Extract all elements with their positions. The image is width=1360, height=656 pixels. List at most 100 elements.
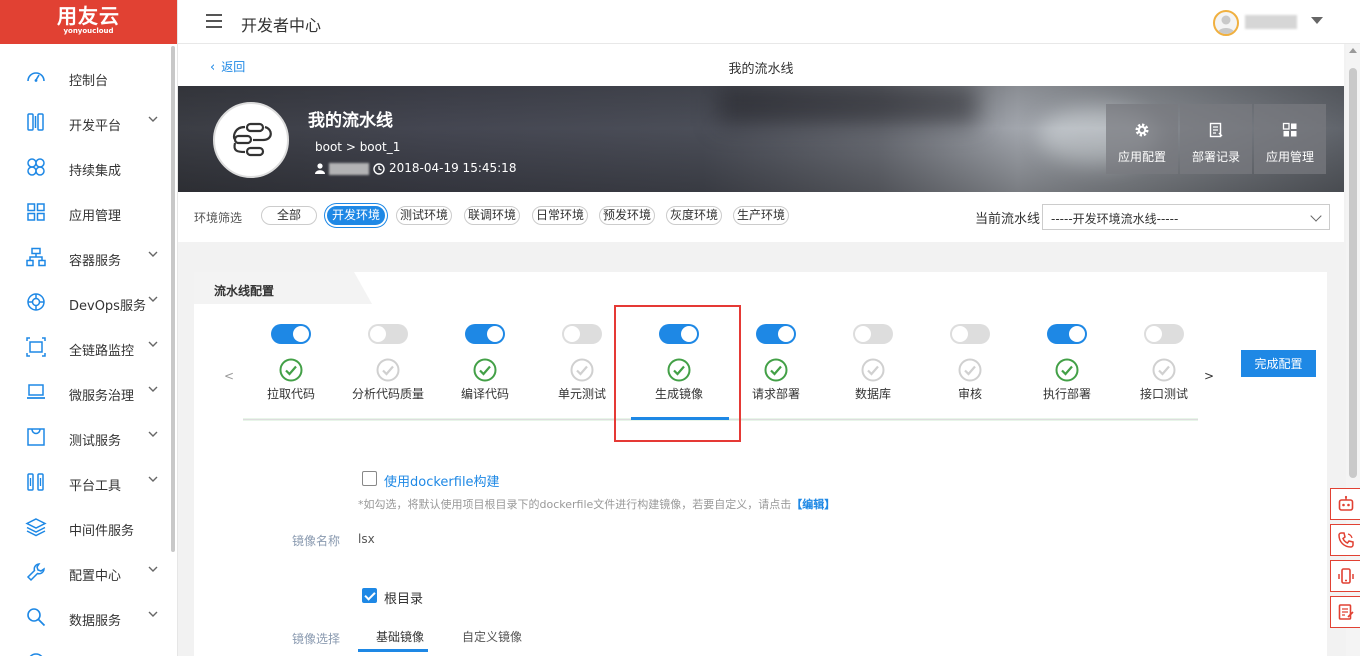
step-label: 拉取代码: [266, 387, 315, 401]
pipeline-banner: 我的流水线 boot > boot_1 2018-04-19 15:45:18 …: [178, 86, 1344, 192]
tab-base-image[interactable]: 基础镜像: [376, 628, 424, 645]
sidebar-item[interactable]: 应用管理: [0, 191, 170, 236]
pipeline-step[interactable]: 编译代码: [440, 324, 530, 402]
phone-contact-button[interactable]: [1330, 524, 1360, 556]
check-circle-disabled-icon: [1152, 358, 1176, 382]
feedback-button[interactable]: [1330, 596, 1360, 628]
sidebar-item[interactable]: 配置中心: [0, 551, 170, 596]
app-manage-button[interactable]: 应用管理: [1254, 104, 1326, 174]
sidebar-item[interactable]: 数据服务: [0, 596, 170, 641]
check-circle-disabled-icon: [570, 358, 594, 382]
pipeline-step[interactable]: 审核: [925, 324, 1015, 402]
mobile-button[interactable]: [1330, 560, 1360, 592]
user-name-blurred[interactable]: [1245, 15, 1297, 29]
env-pill-pre[interactable]: 预发环境: [599, 206, 655, 225]
bag-icon: [25, 426, 47, 448]
scroll-up-icon[interactable]: [1349, 48, 1357, 53]
root-dir-label[interactable]: 根目录: [384, 588, 423, 607]
sidebar-item[interactable]: 持续集成: [0, 146, 170, 191]
check-circle-disabled-icon: [958, 358, 982, 382]
dev-platform-icon: [25, 111, 47, 133]
scrollbar-thumb[interactable]: [1349, 68, 1357, 478]
brand-name: 用友云: [57, 4, 120, 28]
sidebar-item-label: 平台工具: [69, 479, 122, 494]
menu-toggle-icon[interactable]: [206, 14, 222, 28]
phone-icon: [1338, 532, 1354, 548]
current-pipeline-select[interactable]: -----开发环境流水线-----: [1042, 204, 1330, 230]
sidebar-item-label: DevOps服务: [69, 299, 146, 314]
env-pill-gray[interactable]: 灰度环境: [666, 206, 722, 225]
sidebar-item[interactable]: 微服务治理: [0, 371, 170, 416]
sidebar-item[interactable]: 开发平台: [0, 101, 170, 146]
deploy-record-button[interactable]: 部署记录: [1180, 104, 1252, 174]
sidebar-item[interactable]: 控制台: [0, 56, 170, 101]
root-dir-checkbox[interactable]: [362, 588, 377, 603]
sidebar-item-label: 测试服务: [69, 434, 122, 449]
pipeline-step[interactable]: 分析代码质量: [343, 324, 433, 402]
step-toggle[interactable]: [950, 324, 990, 344]
subheader: ‹ 返回 我的流水线: [178, 44, 1344, 86]
step-toggle[interactable]: [1047, 324, 1087, 344]
pipeline-step[interactable]: 请求部署: [731, 324, 821, 402]
sidebar-item-label: 应用管理: [69, 209, 122, 224]
step-toggle[interactable]: [756, 324, 796, 344]
finish-config-button[interactable]: 完成配置: [1241, 350, 1316, 377]
wrench-icon: [25, 561, 47, 583]
app-config-button[interactable]: 应用配置: [1106, 104, 1178, 174]
chevron-down-icon: [147, 383, 159, 395]
chevron-down-icon: [147, 608, 159, 620]
step-toggle[interactable]: [1144, 324, 1184, 344]
image-name-value[interactable]: lsx: [358, 532, 375, 546]
apps-icon: [1282, 122, 1297, 137]
env-pill-all[interactable]: 全部: [261, 206, 317, 225]
sidebar-item-label: 数据服务: [69, 614, 122, 629]
dockerfile-label[interactable]: 使用dockerfile构建: [384, 471, 500, 490]
check-circle-icon: [1055, 358, 1079, 382]
sidebar-menu: 控制台 开发平台 持续集成应用管理容器服务 DevOps服务全链路监控 微服务治理测试服…: [0, 56, 170, 656]
step-toggle[interactable]: [368, 324, 408, 344]
env-pill-joint[interactable]: 联调环境: [464, 206, 520, 225]
sidebar-item[interactable]: 资源中心: [0, 641, 170, 656]
check-circle-icon: [473, 358, 497, 382]
step-label: 接口测试: [1139, 387, 1188, 401]
step-label: 分析代码质量: [351, 387, 424, 401]
avatar[interactable]: [1213, 10, 1239, 36]
sidebar-item[interactable]: 测试服务: [0, 416, 170, 461]
steps-prev-button[interactable]: <: [224, 369, 234, 383]
step-label: 编译代码: [460, 387, 509, 401]
user-icon: [315, 163, 325, 174]
brand-logo[interactable]: 用友云 yonyoucloud: [0, 0, 177, 44]
env-pill-test[interactable]: 测试环境: [396, 206, 452, 225]
step-toggle[interactable]: [465, 324, 505, 344]
sidebar-item[interactable]: 平台工具: [0, 461, 170, 506]
tab-custom-image[interactable]: 自定义镜像: [462, 628, 522, 645]
edit-link[interactable]: 【编辑】: [791, 498, 835, 511]
pipeline-step[interactable]: 接口测试: [1119, 324, 1209, 402]
robot-icon: [1338, 495, 1354, 511]
pipeline-step[interactable]: 拉取代码: [246, 324, 336, 402]
step-toggle[interactable]: [271, 324, 311, 344]
sidebar-item-label: 配置中心: [69, 569, 122, 584]
user-menu-caret-icon[interactable]: [1311, 17, 1323, 24]
dashboard-icon: [25, 66, 47, 88]
sidebar-item[interactable]: 全链路监控: [0, 326, 170, 371]
sidebar-scrollbar[interactable]: [171, 46, 175, 552]
env-pill-dev[interactable]: 开发环境: [327, 206, 385, 225]
chevron-down-icon: [147, 428, 159, 440]
sidebar-item[interactable]: DevOps服务: [0, 281, 170, 326]
sidebar-item[interactable]: 中间件服务: [0, 506, 170, 551]
check-circle-disabled-icon: [861, 358, 885, 382]
step-toggle[interactable]: [562, 324, 602, 344]
hint-text: *如勾选，将默认使用项目根目录下的dockerfile文件进行构建镜像，若要自定…: [358, 498, 792, 511]
env-pill-prod[interactable]: 生产环境: [733, 206, 789, 225]
sidebar-item[interactable]: 容器服务: [0, 236, 170, 281]
pipeline-step[interactable]: 数据库: [828, 324, 918, 402]
sidebar-item-label: 容器服务: [69, 254, 122, 269]
step-toggle[interactable]: [853, 324, 893, 344]
robot-assistant-button[interactable]: [1330, 488, 1360, 520]
env-pill-daily[interactable]: 日常环境: [532, 206, 588, 225]
selected-step-highlight: [614, 305, 741, 442]
pipeline-step[interactable]: 执行部署: [1022, 324, 1112, 402]
chevron-down-icon: [1310, 210, 1322, 222]
dockerfile-checkbox[interactable]: [362, 471, 377, 486]
